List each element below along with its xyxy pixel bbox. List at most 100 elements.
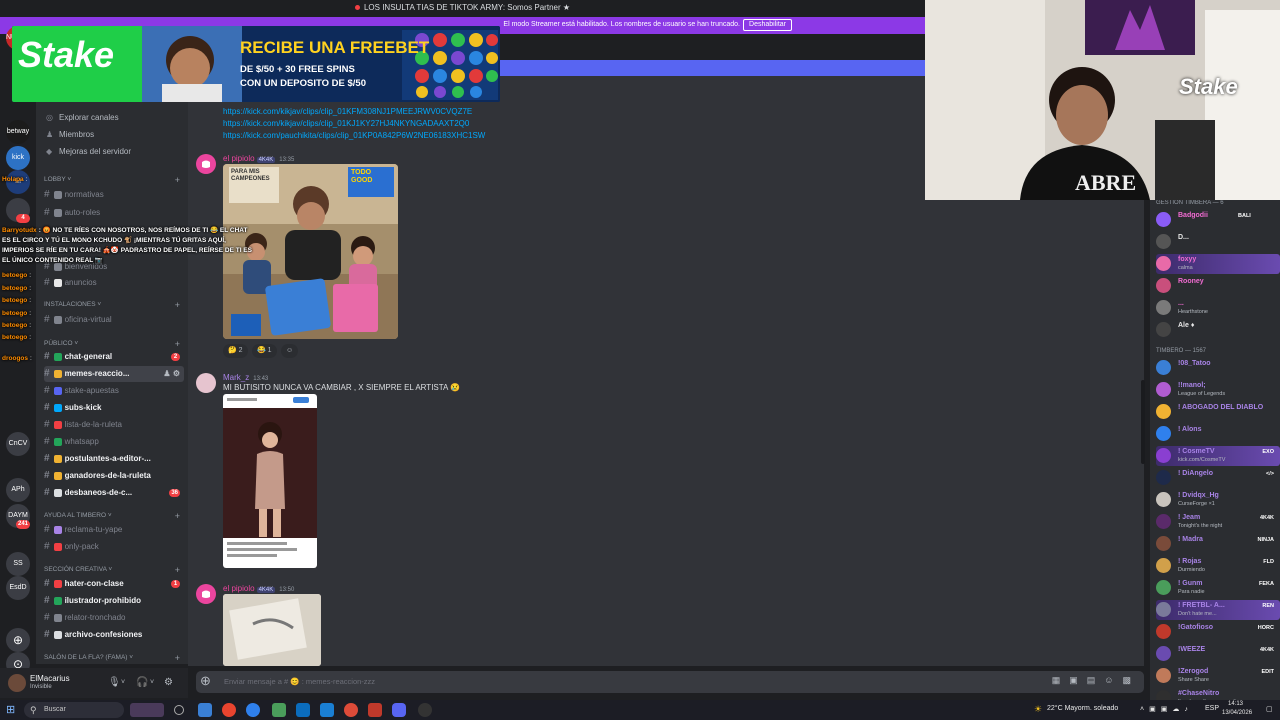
headphones-icon[interactable]: 🎧 (136, 677, 148, 688)
weather-text[interactable]: 22°C Mayorm. soleado (1047, 705, 1118, 712)
gear-icon[interactable]: ⚙ (164, 677, 173, 688)
clip-link[interactable]: https://kick.com/pauchikita/clips/clip_0… (223, 131, 485, 140)
clock-time[interactable]: 14:13 (1228, 701, 1243, 707)
channel-item[interactable]: # normativas (44, 187, 184, 203)
member-item[interactable]: !Gatofioso HORC (1156, 622, 1280, 642)
server-icon[interactable]: CnCV (6, 432, 30, 456)
member-item[interactable]: Rooney (1156, 276, 1280, 296)
channel-item[interactable]: # ganadores-de-la-ruleta (44, 468, 184, 484)
discord-icon[interactable] (392, 703, 406, 717)
taskbar-search[interactable]: ⚲ Buscar (24, 702, 124, 718)
member-item[interactable]: ! Madra NINJA (1156, 534, 1280, 554)
member-item[interactable]: D... (1156, 232, 1280, 252)
channel-item[interactable]: # oficina-virtual (44, 312, 184, 328)
channel-item[interactable]: # auto-roles (44, 205, 184, 221)
add-channel-icon[interactable]: + (175, 300, 180, 310)
add-channel-icon[interactable]: + (175, 565, 180, 575)
app-icon[interactable] (272, 703, 286, 717)
member-item[interactable]: foxyy calma (1156, 254, 1280, 274)
server-icon[interactable]: betway (6, 120, 30, 144)
channel-item[interactable]: # stake-apuestas (44, 383, 184, 399)
member-item[interactable]: !08_Tatoo (1156, 358, 1280, 378)
reaction[interactable]: 😂 1 (252, 344, 277, 358)
gif-icon[interactable]: ▣ (1069, 675, 1087, 685)
language-indicator[interactable]: ESP (1205, 705, 1219, 712)
server-icon[interactable]: APh (6, 478, 30, 502)
channel-item[interactable]: # postulantes-a-editor-... (44, 451, 184, 467)
channel-item[interactable]: # archivo-confesiones (44, 627, 184, 643)
add-channel-icon[interactable]: + (175, 175, 180, 185)
notification-icon[interactable]: ▢ (1266, 705, 1273, 713)
attach-plus-icon[interactable]: ⊕ (200, 673, 211, 689)
store-icon[interactable] (296, 703, 310, 717)
message-image[interactable] (223, 594, 321, 666)
member-item[interactable]: ! Gunm Para nadie FEKA (1156, 578, 1280, 598)
category-ayuda-timbero[interactable]: AYUDA AL TIMBERO ˅ + (44, 511, 182, 521)
taskbar-widget-icon[interactable] (130, 703, 164, 717)
member-item[interactable]: ! Rojas Durmiendo FLD (1156, 556, 1280, 576)
channel-item[interactable]: # desbaneos-de-c... 36 (44, 485, 184, 501)
app-icon[interactable] (222, 703, 236, 717)
member-item[interactable]: ! Jeam Tonight's the night 4K4K (1156, 512, 1280, 532)
channel-item[interactable]: # chat-general 2 (44, 349, 184, 365)
app-icon[interactable] (368, 703, 382, 717)
member-item[interactable]: Badgodii BALI (1156, 210, 1280, 230)
channel-item[interactable]: # lista-de-la-ruleta (44, 417, 184, 433)
category-seccion-creativa[interactable]: SECCIÓN CREATIVA ˅ + (44, 565, 182, 575)
category-lobby[interactable]: LOBBY ˅ + (44, 175, 182, 185)
chevron-down-icon[interactable]: ˅ (150, 679, 154, 686)
channel-item[interactable]: # relator-tronchado (44, 610, 184, 626)
server-icon[interactable]: SS (6, 552, 30, 576)
scrollbar[interactable] (1141, 380, 1145, 464)
sticker-icon[interactable]: ▤ (1087, 675, 1105, 685)
member-item[interactable]: ! Dvidqx_Hg CurseForge ×1 (1156, 490, 1280, 510)
channel-item[interactable]: # ilustrador-prohibido (44, 593, 184, 609)
member-item[interactable]: #ChaseNitroI'm closer than you realize (1156, 688, 1280, 700)
task-view-icon[interactable] (174, 705, 184, 715)
clip-link[interactable]: https://kick.com/kikjav/clips/clip_01KFM… (223, 107, 472, 116)
file-explorer-icon[interactable] (198, 703, 212, 717)
channel-item[interactable]: # whatsapp (44, 434, 184, 450)
member-item[interactable]: ... Hearthstone (1156, 298, 1280, 318)
member-item[interactable]: !!manol; League of Legends (1156, 380, 1280, 400)
clip-link[interactable]: https://kick.com/kikjav/clips/clip_01KJ1… (223, 119, 469, 128)
add-channel-icon[interactable]: + (175, 511, 180, 521)
apps-icon[interactable]: ▩ (1122, 675, 1140, 685)
chrome-icon[interactable] (344, 703, 358, 717)
nav-members[interactable]: ♟ Miembros (46, 127, 94, 143)
microphone-icon[interactable]: 🎙 (108, 677, 121, 688)
avatar[interactable] (196, 154, 216, 174)
member-item[interactable]: ! FRETBL- A... Don't hate me... REN (1156, 600, 1280, 620)
avatar[interactable] (8, 674, 26, 692)
add-server-icon[interactable]: ⊕ (6, 628, 30, 652)
member-item[interactable]: ! DiAngelo </> (1156, 468, 1280, 488)
reaction[interactable]: 🤔 2 (223, 344, 248, 358)
avatar[interactable] (196, 584, 216, 604)
channel-item[interactable]: # memes-reaccio... ♟ ⚙ (44, 366, 184, 382)
windows-start-icon[interactable]: ⊞ (6, 703, 15, 716)
category-salon-fama[interactable]: SALÓN DE LA FLA? (FAMA) ˅ + (44, 653, 182, 663)
app-icon[interactable] (320, 703, 334, 717)
obs-icon[interactable] (418, 703, 432, 717)
member-item[interactable]: ! ABOGADO DEL DIABLO (1156, 402, 1280, 422)
server-icon[interactable]: kick (6, 146, 30, 170)
category-publico[interactable]: PÚBLICO ˅ + (44, 339, 182, 349)
chevron-down-icon[interactable]: ˅ (121, 679, 125, 686)
category-instalaciones[interactable]: INSTALACIONES ˅ + (44, 300, 182, 310)
tray-icons[interactable]: ˄▣▣☁♪ (1140, 705, 1193, 713)
channel-item[interactable]: # hater-con-clase 1 (44, 576, 184, 592)
clock-date[interactable]: 13/04/2026 (1222, 710, 1252, 716)
channel-item[interactable]: # anuncios (44, 275, 184, 291)
edge-icon[interactable] (246, 703, 260, 717)
message-author[interactable]: Mark_z 13:43 (223, 373, 268, 382)
message-author[interactable]: el pipiolo 4K4K 13:35 (223, 154, 294, 163)
nav-explore-channels[interactable]: ◎ Explorar canales (46, 110, 119, 126)
channel-item[interactable]: # only-pack (44, 539, 184, 555)
message-image[interactable] (223, 394, 317, 568)
avatar[interactable] (196, 373, 216, 393)
nav-server-boosts[interactable]: ◆ Mejoras del servidor (46, 144, 131, 160)
channel-settings-icon[interactable]: ♟ ⚙ (163, 366, 180, 382)
disable-streamer-mode-button[interactable]: Deshabilitar (743, 19, 792, 31)
gift-icon[interactable]: ▦ (1052, 675, 1070, 685)
message-input[interactable]: ⊕ Enviar mensaje a # 😊 : memes-reaccion-… (196, 671, 1144, 693)
